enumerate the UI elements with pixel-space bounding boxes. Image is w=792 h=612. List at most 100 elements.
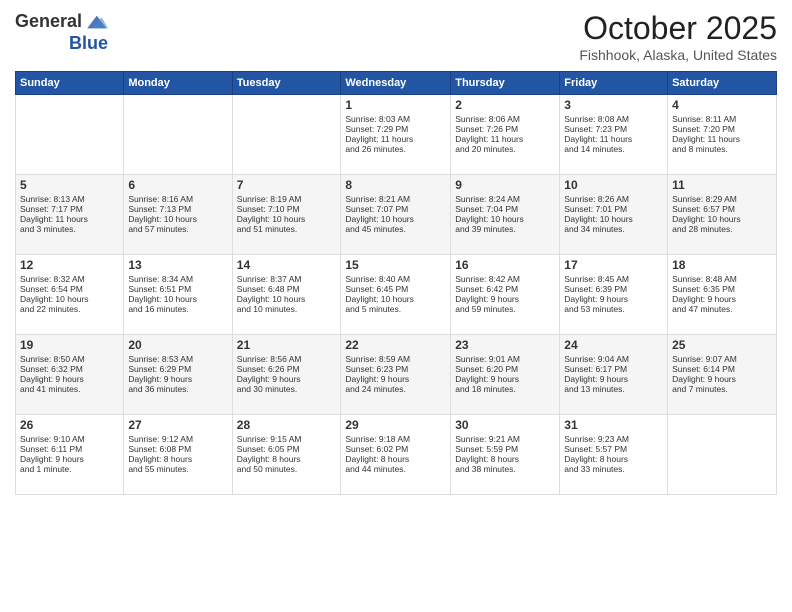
- day-number: 19: [20, 338, 119, 352]
- day-info-line: Sunrise: 8:56 AM: [237, 354, 337, 364]
- day-info-line: Sunrise: 8:29 AM: [672, 194, 772, 204]
- day-info-line: and 13 minutes.: [564, 384, 663, 394]
- day-header-friday: Friday: [560, 72, 668, 95]
- day-number: 25: [672, 338, 772, 352]
- day-info-line: Daylight: 8 hours: [237, 454, 337, 464]
- day-info-line: Daylight: 9 hours: [128, 374, 227, 384]
- calendar-cell: 10Sunrise: 8:26 AMSunset: 7:01 PMDayligh…: [560, 175, 668, 255]
- day-info-line: Sunrise: 8:21 AM: [345, 194, 446, 204]
- calendar-cell: 22Sunrise: 8:59 AMSunset: 6:23 PMDayligh…: [341, 335, 451, 415]
- day-info-line: Daylight: 8 hours: [345, 454, 446, 464]
- day-info-line: Sunrise: 8:06 AM: [455, 114, 555, 124]
- logo-blue-text: Blue: [69, 34, 108, 54]
- day-info-line: Sunrise: 8:34 AM: [128, 274, 227, 284]
- day-info-line: Sunset: 6:20 PM: [455, 364, 555, 374]
- day-number: 3: [564, 98, 663, 112]
- calendar-cell: [124, 95, 232, 175]
- day-info-line: Daylight: 10 hours: [20, 294, 119, 304]
- day-info-line: Daylight: 9 hours: [564, 294, 663, 304]
- day-info-line: Daylight: 9 hours: [20, 454, 119, 464]
- calendar-cell: 30Sunrise: 9:21 AMSunset: 5:59 PMDayligh…: [451, 415, 560, 495]
- calendar-header-row: SundayMondayTuesdayWednesdayThursdayFrid…: [16, 72, 777, 95]
- calendar-cell: 19Sunrise: 8:50 AMSunset: 6:32 PMDayligh…: [16, 335, 124, 415]
- month-title: October 2025: [579, 10, 777, 47]
- day-info-line: Sunrise: 9:12 AM: [128, 434, 227, 444]
- calendar-cell: 29 Sunrise: 9:18 AMSunset: 6:02 PMDayligh…: [341, 415, 451, 495]
- day-info-line: Daylight: 9 hours: [20, 374, 119, 384]
- day-info-line: and 7 minutes.: [672, 384, 772, 394]
- header: General Blue October 2025 Fishhook, Alas…: [15, 10, 777, 63]
- day-info-line: Sunset: 6:29 PM: [128, 364, 227, 374]
- day-info-line: Sunrise: 9:18 AM: [345, 434, 446, 444]
- day-info-line: Sunset: 7:10 PM: [237, 204, 337, 214]
- day-info-line: Daylight: 10 hours: [237, 214, 337, 224]
- day-info-line: and 8 minutes.: [672, 144, 772, 154]
- day-info-line: and 34 minutes.: [564, 224, 663, 234]
- calendar-cell: 20Sunrise: 8:53 AMSunset: 6:29 PMDayligh…: [124, 335, 232, 415]
- day-info-line: Sunset: 6:42 PM: [455, 284, 555, 294]
- day-header-wednesday: Wednesday: [341, 72, 451, 95]
- day-info-line: Sunset: 6:17 PM: [564, 364, 663, 374]
- day-info-line: Daylight: 9 hours: [345, 374, 446, 384]
- day-info-line: Sunrise: 9:23 AM: [564, 434, 663, 444]
- calendar-cell: 12Sunrise: 8:32 AMSunset: 6:54 PMDayligh…: [16, 255, 124, 335]
- day-info-line: and 16 minutes.: [128, 304, 227, 314]
- day-info-line: Sunset: 7:20 PM: [672, 124, 772, 134]
- day-info-line: Sunset: 7:13 PM: [128, 204, 227, 214]
- day-info-line: Daylight: 9 hours: [564, 374, 663, 384]
- day-info-line: and 1 minute.: [20, 464, 119, 474]
- day-number: 13: [128, 258, 227, 272]
- day-header-saturday: Saturday: [668, 72, 777, 95]
- day-number: 1: [345, 98, 446, 112]
- day-info-line: Sunset: 7:04 PM: [455, 204, 555, 214]
- day-number: 30: [455, 418, 555, 432]
- calendar-cell: 24Sunrise: 9:04 AMSunset: 6:17 PMDayligh…: [560, 335, 668, 415]
- calendar-cell: 14Sunrise: 8:37 AMSunset: 6:48 PMDayligh…: [232, 255, 341, 335]
- day-info-line: Sunrise: 8:48 AM: [672, 274, 772, 284]
- day-info-line: and 55 minutes.: [128, 464, 227, 474]
- day-info-line: Daylight: 9 hours: [455, 294, 555, 304]
- location: Fishhook, Alaska, United States: [579, 47, 777, 63]
- day-info-line: Daylight: 10 hours: [128, 294, 227, 304]
- day-number: 28: [237, 418, 337, 432]
- day-info-line: Sunrise: 8:16 AM: [128, 194, 227, 204]
- calendar-cell: [232, 95, 341, 175]
- day-info-line: Sunset: 6:57 PM: [672, 204, 772, 214]
- day-info-line: Sunset: 6:23 PM: [345, 364, 446, 374]
- calendar-week-1: 1Sunrise: 8:03 AMSunset: 7:29 PMDaylight…: [16, 95, 777, 175]
- calendar-cell: 7Sunrise: 8:19 AMSunset: 7:10 PMDaylight…: [232, 175, 341, 255]
- day-info-line: Sunset: 6:05 PM: [237, 444, 337, 454]
- day-header-tuesday: Tuesday: [232, 72, 341, 95]
- day-number: 29: [345, 418, 446, 432]
- day-info-line: Sunrise: 8:11 AM: [672, 114, 772, 124]
- day-number: 10: [564, 178, 663, 192]
- day-info-line: Sunrise: 8:32 AM: [20, 274, 119, 284]
- day-info-line: Sunrise: 8:53 AM: [128, 354, 227, 364]
- day-info-line: and 26 minutes.: [345, 144, 446, 154]
- day-info-line: and 5 minutes.: [345, 304, 446, 314]
- day-info-line: Sunrise: 9:15 AM: [237, 434, 337, 444]
- day-number: 22: [345, 338, 446, 352]
- day-info-line: Sunset: 6:08 PM: [128, 444, 227, 454]
- calendar-week-4: 19Sunrise: 8:50 AMSunset: 6:32 PMDayligh…: [16, 335, 777, 415]
- day-info-line: Sunrise: 8:42 AM: [455, 274, 555, 284]
- day-info-line: and 47 minutes.: [672, 304, 772, 314]
- day-info-line: Sunset: 6:02 PM: [345, 444, 446, 454]
- day-info-line: Daylight: 10 hours: [128, 214, 227, 224]
- day-info-line: Sunrise: 8:37 AM: [237, 274, 337, 284]
- day-info-line: Daylight: 10 hours: [564, 214, 663, 224]
- day-info-line: Daylight: 10 hours: [345, 214, 446, 224]
- day-number: 9: [455, 178, 555, 192]
- calendar-cell: 18Sunrise: 8:48 AMSunset: 6:35 PMDayligh…: [668, 255, 777, 335]
- day-info-line: Sunrise: 8:24 AM: [455, 194, 555, 204]
- day-info-line: Sunrise: 9:07 AM: [672, 354, 772, 364]
- calendar-week-2: 5Sunrise: 8:13 AMSunset: 7:17 PMDaylight…: [16, 175, 777, 255]
- day-info-line: and 30 minutes.: [237, 384, 337, 394]
- day-info-line: and 10 minutes.: [237, 304, 337, 314]
- calendar-cell: 11Sunrise: 8:29 AMSunset: 6:57 PMDayligh…: [668, 175, 777, 255]
- calendar-cell: 31Sunrise: 9:23 AMSunset: 5:57 PMDayligh…: [560, 415, 668, 495]
- day-info-line: and 33 minutes.: [564, 464, 663, 474]
- day-info-line: Daylight: 11 hours: [564, 134, 663, 144]
- day-info-line: Sunset: 7:07 PM: [345, 204, 446, 214]
- calendar-cell: 5Sunrise: 8:13 AMSunset: 7:17 PMDaylight…: [16, 175, 124, 255]
